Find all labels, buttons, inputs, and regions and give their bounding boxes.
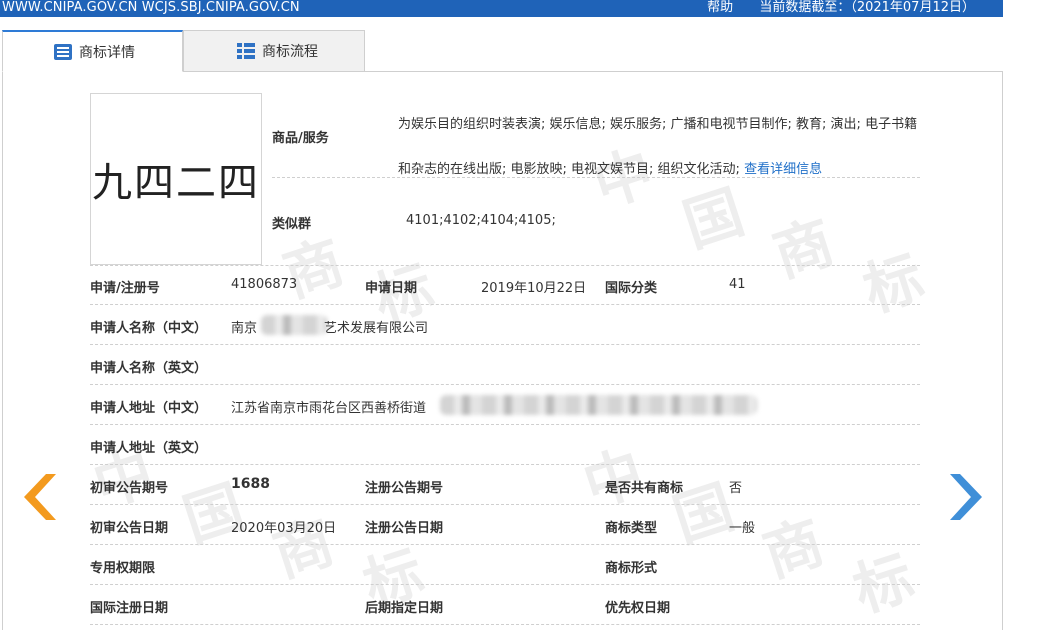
mark-form-label: 商标形式	[605, 561, 658, 576]
tab-trademark-details[interactable]: 商标详情	[2, 30, 183, 72]
divider	[90, 424, 920, 425]
goods-services-value: 为娱乐目的组织时装表演; 娱乐信息; 娱乐服务; 广播和电视节目制作; 教育; …	[398, 102, 923, 192]
divider	[90, 304, 920, 305]
address-cn-label: 申请人地址（中文）	[90, 401, 208, 416]
exclusive-term-label: 专用权期限	[90, 561, 156, 576]
divider	[90, 265, 920, 266]
reg-no-label: 申请/注册号	[90, 281, 160, 296]
tab-trademark-process[interactable]: 商标流程	[183, 30, 365, 72]
help-link[interactable]: 帮助	[707, 0, 733, 15]
similar-group-label: 类似群	[272, 217, 312, 232]
intl-class-value: 41	[729, 277, 746, 292]
redacted-text	[261, 315, 327, 335]
intl-class-label: 国际分类	[605, 281, 658, 296]
divider	[90, 504, 920, 505]
divider	[90, 624, 920, 625]
prelim-pub-no-value: 1688	[231, 476, 270, 492]
goods-services-label: 商品/服务	[272, 131, 329, 146]
detail-panel: 中 国 商 标 商 标 中 国 商 标 中 国 商 标 九四二四 商品/服务 为…	[2, 72, 1003, 630]
trademark-image: 九四二四	[90, 93, 262, 265]
prelim-pub-date-value: 2020年03月20日	[231, 521, 337, 536]
divider	[90, 344, 920, 345]
top-bar-right: 帮助 当前数据截至：（2021年07月12日）	[685, 0, 975, 15]
view-details-link[interactable]: 查看详细信息	[744, 162, 822, 177]
document-list-icon	[54, 43, 72, 60]
divider	[90, 384, 920, 385]
trademark-image-text: 九四二四	[92, 160, 260, 206]
reg-no-value: 41806873	[231, 277, 298, 292]
watermark-char: 中	[575, 437, 652, 521]
shared-label: 是否共有商标	[605, 481, 684, 496]
app-date-label: 申请日期	[365, 281, 418, 296]
watermark-char: 标	[855, 242, 932, 326]
later-designation-label: 后期指定日期	[365, 601, 444, 616]
divider	[90, 464, 920, 465]
watermark-char: 商	[765, 207, 842, 291]
site-links[interactable]: WWW.CNIPA.GOV.CN WCJS.SBJ.CNIPA.GOV.CN	[2, 0, 300, 15]
goods-services-text: 为娱乐目的组织时装表演; 娱乐信息; 娱乐服务; 广播和电视节目制作; 教育; …	[398, 117, 918, 177]
chevron-right-icon[interactable]	[950, 472, 984, 522]
prelim-pub-date-label: 初审公告日期	[90, 521, 169, 536]
mark-type-label: 商标类型	[605, 521, 658, 536]
applicant-cn-label: 申请人名称（中文）	[90, 321, 208, 336]
intl-reg-date-label: 国际注册日期	[90, 601, 169, 616]
divider	[90, 544, 920, 545]
data-as-of-text: 当前数据截至：（2021年07月12日）	[759, 0, 975, 15]
reg-pub-date-label: 注册公告日期	[365, 521, 444, 536]
app-date-value: 2019年10月22日	[481, 281, 587, 296]
flow-list-icon	[237, 43, 255, 59]
mark-type-value: 一般	[729, 521, 756, 536]
similar-group-value: 4101;4102;4104;4105;	[406, 213, 556, 228]
reg-pub-no-label: 注册公告期号	[365, 481, 444, 496]
applicant-en-label: 申请人名称（英文）	[90, 361, 208, 376]
priority-date-label: 优先权日期	[605, 601, 671, 616]
chevron-left-icon[interactable]	[22, 472, 56, 522]
divider	[272, 177, 920, 178]
applicant-cn-prefix: 南京	[231, 321, 258, 336]
applicant-cn-suffix: 艺术发展有限公司	[324, 321, 429, 336]
tab-label: 商标详情	[79, 44, 135, 61]
top-bar: WWW.CNIPA.GOV.CN WCJS.SBJ.CNIPA.GOV.CN 帮…	[0, 0, 1003, 17]
address-en-label: 申请人地址（英文）	[90, 441, 208, 456]
tab-label: 商标流程	[262, 44, 318, 60]
divider	[90, 584, 920, 585]
address-cn-value: 江苏省南京市雨花台区西善桥街道	[231, 401, 427, 416]
shared-value: 否	[729, 481, 743, 496]
redacted-text	[440, 395, 757, 415]
prelim-pub-no-label: 初审公告期号	[90, 481, 169, 496]
tab-bar: 商标详情 商标流程	[2, 30, 1003, 72]
